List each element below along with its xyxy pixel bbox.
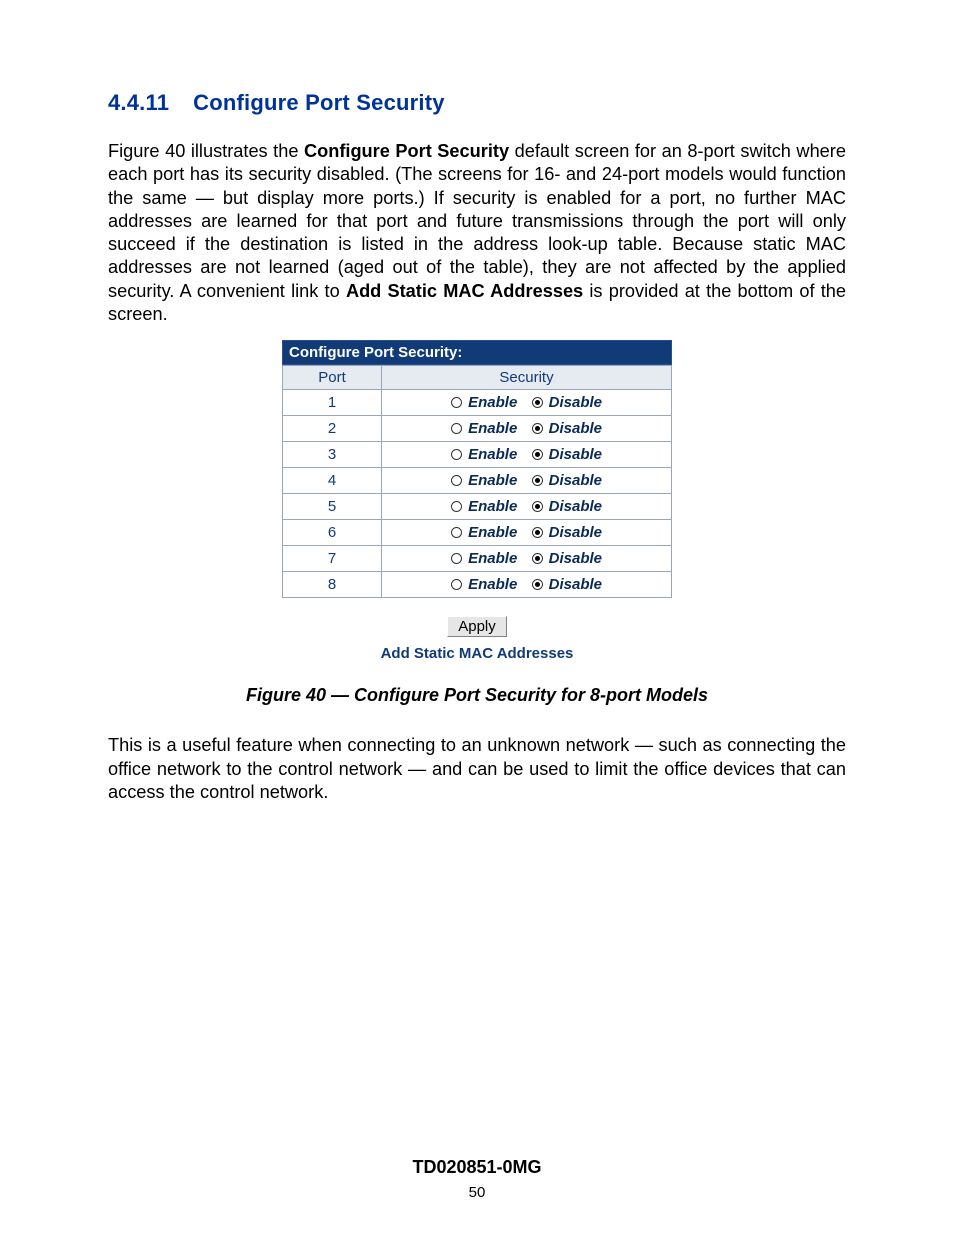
radio-disable-label: Disable	[545, 472, 603, 489]
figure-panel: Configure Port Security: Port Security 1…	[282, 340, 672, 663]
radio-disable[interactable]	[532, 579, 543, 590]
port-cell: 6	[283, 520, 382, 546]
intro-paragraph: Figure 40 illustrates the Configure Port…	[108, 140, 846, 326]
table-row: 1 Enable Disable	[283, 390, 672, 416]
table-row: 4 Enable Disable	[283, 468, 672, 494]
page-number: 50	[0, 1184, 954, 1201]
radio-enable-label: Enable	[464, 446, 522, 463]
page-container: 4.4.11 Configure Port Security Figure 40 …	[0, 0, 954, 1235]
add-static-mac-link[interactable]: Add Static MAC Addresses	[381, 645, 574, 662]
radio-enable-label: Enable	[464, 498, 522, 515]
radio-disable[interactable]	[532, 553, 543, 564]
section-title: Configure Port Security	[193, 90, 445, 115]
radio-enable[interactable]	[451, 553, 462, 564]
col-header-port: Port	[283, 366, 382, 390]
security-cell: Enable Disable	[382, 442, 672, 468]
radio-disable-label: Disable	[545, 524, 603, 541]
radio-disable-label: Disable	[545, 394, 603, 411]
radio-enable[interactable]	[451, 397, 462, 408]
radio-disable-label: Disable	[545, 550, 603, 567]
radio-enable-label: Enable	[464, 524, 522, 541]
radio-disable-label: Disable	[545, 498, 603, 515]
port-cell: 2	[283, 416, 382, 442]
radio-enable-label: Enable	[464, 420, 522, 437]
radio-disable[interactable]	[532, 449, 543, 460]
port-security-table: Port Security 1 Enable Disable2 Enable D…	[282, 365, 672, 598]
security-cell: Enable Disable	[382, 494, 672, 520]
section-number: 4.4.11	[108, 90, 169, 115]
table-row: 7 Enable Disable	[283, 546, 672, 572]
radio-enable-label: Enable	[464, 394, 522, 411]
table-row: 6 Enable Disable	[283, 520, 672, 546]
port-cell: 7	[283, 546, 382, 572]
radio-disable[interactable]	[532, 397, 543, 408]
radio-enable[interactable]	[451, 579, 462, 590]
apply-button[interactable]: Apply	[447, 616, 507, 637]
document-id: TD020851-0MG	[0, 1157, 954, 1178]
radio-enable[interactable]	[451, 449, 462, 460]
page-footer: TD020851-0MG 50	[0, 1157, 954, 1201]
radio-disable-label: Disable	[545, 446, 603, 463]
table-row: 8 Enable Disable	[283, 572, 672, 598]
radio-disable[interactable]	[532, 475, 543, 486]
second-paragraph: This is a useful feature when connecting…	[108, 734, 846, 804]
radio-disable[interactable]	[532, 501, 543, 512]
port-cell: 5	[283, 494, 382, 520]
section-heading: 4.4.11 Configure Port Security	[108, 90, 846, 116]
radio-enable-label: Enable	[464, 472, 522, 489]
table-row: 2 Enable Disable	[283, 416, 672, 442]
port-cell: 8	[283, 572, 382, 598]
radio-disable[interactable]	[532, 527, 543, 538]
security-cell: Enable Disable	[382, 572, 672, 598]
radio-enable[interactable]	[451, 475, 462, 486]
radio-disable-label: Disable	[545, 420, 603, 437]
security-cell: Enable Disable	[382, 546, 672, 572]
security-cell: Enable Disable	[382, 390, 672, 416]
radio-enable[interactable]	[451, 501, 462, 512]
radio-enable[interactable]	[451, 527, 462, 538]
security-cell: Enable Disable	[382, 520, 672, 546]
port-cell: 3	[283, 442, 382, 468]
security-cell: Enable Disable	[382, 416, 672, 442]
port-cell: 4	[283, 468, 382, 494]
radio-enable[interactable]	[451, 423, 462, 434]
radio-disable-label: Disable	[545, 576, 603, 593]
port-cell: 1	[283, 390, 382, 416]
table-row: 3 Enable Disable	[283, 442, 672, 468]
security-cell: Enable Disable	[382, 468, 672, 494]
radio-enable-label: Enable	[464, 576, 522, 593]
radio-enable-label: Enable	[464, 550, 522, 567]
col-header-security: Security	[382, 366, 672, 390]
figure-caption: Figure 40 — Configure Port Security for …	[108, 685, 846, 706]
table-row: 5 Enable Disable	[283, 494, 672, 520]
radio-disable[interactable]	[532, 423, 543, 434]
panel-title: Configure Port Security:	[282, 340, 672, 365]
